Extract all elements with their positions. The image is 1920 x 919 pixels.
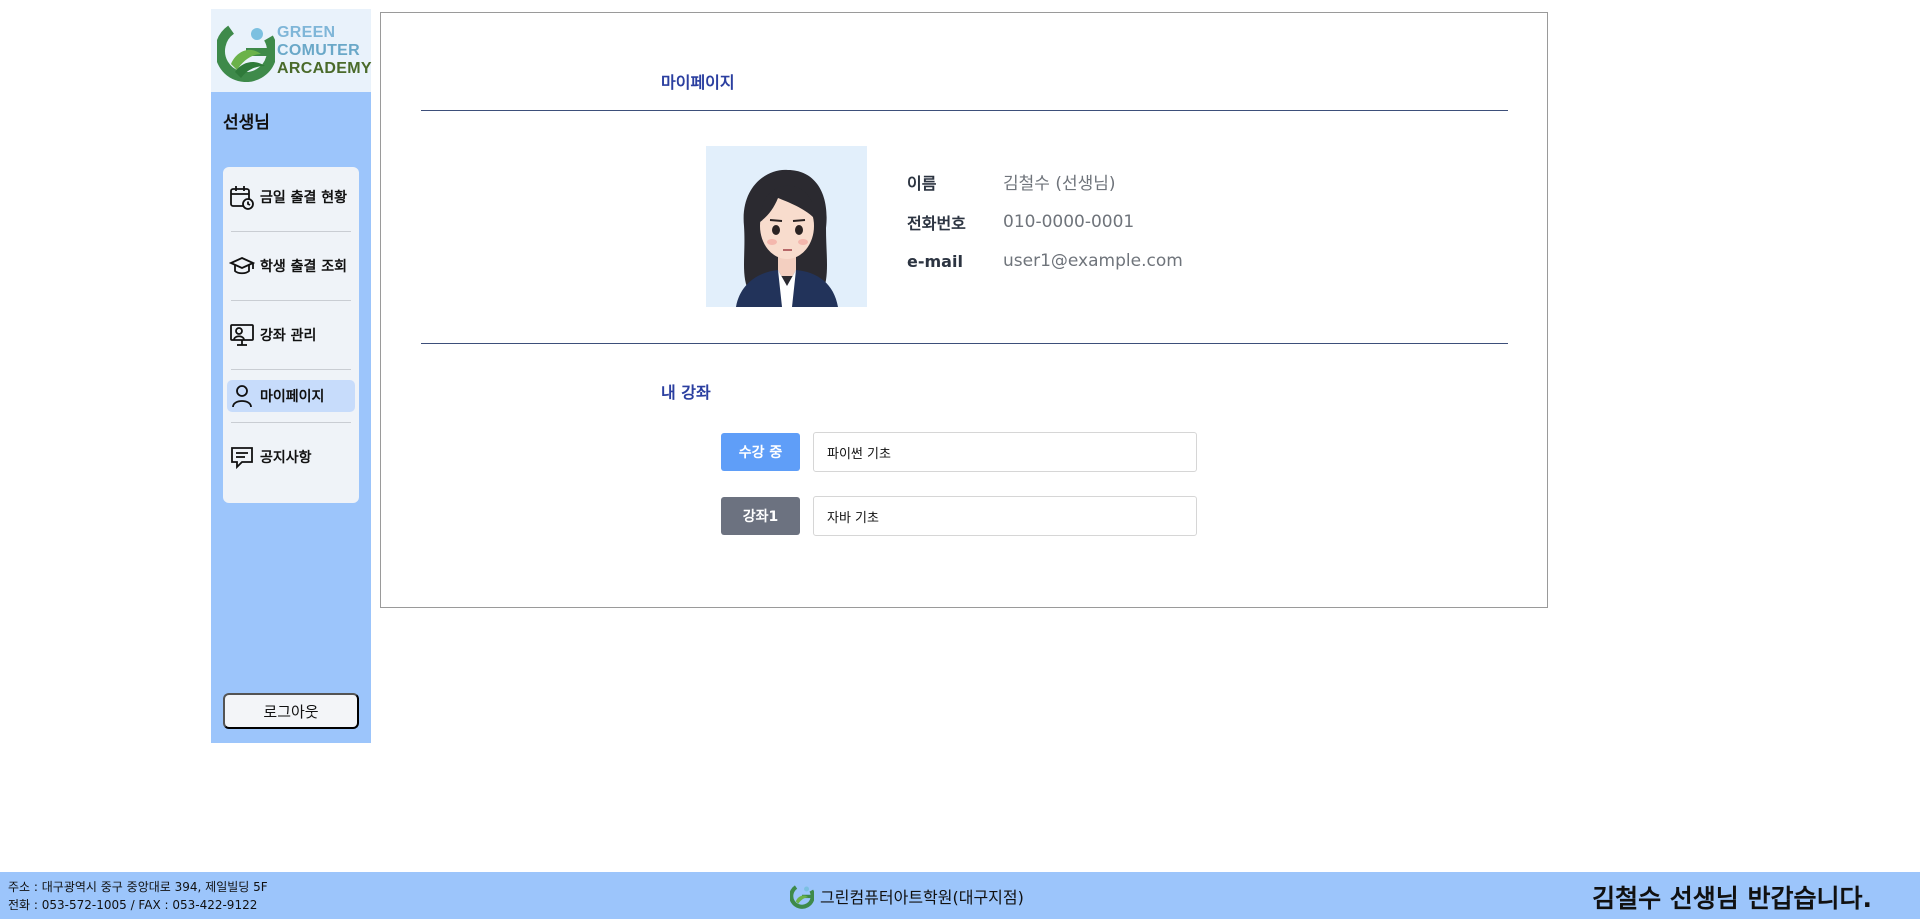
sidebar-menu: 금일 출결 현황 학생 출결 조회 강좌 관리 마이페이지 공지사항 (223, 167, 359, 503)
calendar-clock-icon (229, 184, 255, 210)
profile-photo (706, 146, 867, 307)
logo-line1: GREEN (277, 23, 336, 41)
sidebar-item-course-management[interactable]: 강좌 관리 (227, 309, 355, 361)
sidebar-item-label: 마이페이지 (260, 389, 325, 405)
sidebar-item-label: 강좌 관리 (260, 328, 317, 344)
logout-button[interactable]: 로그아웃 (223, 693, 359, 729)
user-icon (229, 383, 255, 409)
email-row: e-mail user1@example.com (907, 251, 1183, 271)
divider (421, 343, 1508, 344)
menu-divider (231, 369, 351, 370)
menu-divider (231, 231, 351, 232)
phone-label: 전화번호 (907, 214, 966, 233)
name-row: 이름 김철수 (선생님) (907, 169, 1116, 195)
sidebar-item-label: 금일 출결 현황 (260, 190, 348, 206)
logo-line2: COMUTER (277, 41, 360, 59)
menu-divider (231, 300, 351, 301)
divider (421, 110, 1508, 111)
lecture-board-icon (229, 322, 255, 348)
course-status-badge[interactable]: 수강 중 (721, 433, 800, 471)
sidebar-item-label: 공지사항 (260, 450, 312, 466)
course-row: 강좌1 자바 기초 (721, 496, 1197, 536)
sidebar-title: 선생님 (223, 113, 270, 133)
academy-logo-icon (789, 883, 815, 909)
menu-divider (231, 422, 351, 423)
sidebar-item-label: 학생 출결 조회 (260, 259, 348, 275)
logo-text: GREEN COMUTER ARCADEMY (277, 24, 372, 78)
footer-academy-name: 그린컴퓨터아트학원(대구지점) (820, 888, 1024, 907)
logo-line3: ARCADEMY (277, 59, 372, 77)
graduation-cap-icon (228, 253, 256, 279)
phone-row: 전화번호 010-0000-0001 (907, 210, 1134, 234)
page-title: 마이페이지 (661, 73, 735, 92)
greeting-text: 김철수 선생님 반갑습니다. (1592, 884, 1872, 913)
footer-contact: 전화 : 053-572-1005 / FAX : 053-422-9122 (8, 898, 258, 912)
message-icon (229, 444, 255, 470)
course-name[interactable]: 자바 기초 (813, 496, 1197, 536)
email-label: e-mail (907, 251, 963, 271)
email-value: user1@example.com (1003, 251, 1183, 271)
sidebar-item-notice[interactable]: 공지사항 (227, 431, 355, 483)
course-name[interactable]: 파이썬 기초 (813, 432, 1197, 472)
name-label: 이름 (907, 173, 937, 193)
sidebar-item-attendance-today[interactable]: 금일 출결 현황 (227, 171, 355, 223)
footer-address-block: 주소 : 대구광역시 중구 중앙대로 394, 제일빌딩 5F 전화 : 053… (8, 878, 268, 914)
footer: 주소 : 대구광역시 중구 중앙대로 394, 제일빌딩 5F 전화 : 053… (0, 872, 1920, 919)
logo[interactable]: GREEN COMUTER ARCADEMY (211, 9, 372, 92)
mypage-panel: 마이페이지 이름 김철수 (선생님) 전화번호 010-0000-0001 e-… (380, 12, 1548, 608)
teacher-avatar-illustration (706, 146, 867, 307)
footer-address: 주소 : 대구광역시 중구 중앙대로 394, 제일빌딩 5F (8, 880, 268, 894)
sidebar: GREEN COMUTER ARCADEMY 선생님 금일 출결 현황 학생 출… (211, 9, 372, 743)
footer-academy: 그린컴퓨터아트학원(대구지점) (789, 883, 1024, 909)
academy-logo-icon (215, 19, 277, 82)
course-status-badge[interactable]: 강좌1 (721, 497, 800, 535)
course-row: 수강 중 파이썬 기초 (721, 432, 1197, 472)
name-value: 김철수 (선생님) (1003, 174, 1116, 194)
phone-value: 010-0000-0001 (1003, 212, 1135, 232)
sidebar-item-mypage[interactable]: 마이페이지 (227, 380, 355, 412)
sidebar-item-student-attendance[interactable]: 학생 출결 조회 (227, 240, 355, 292)
my-courses-title: 내 강좌 (661, 383, 711, 402)
